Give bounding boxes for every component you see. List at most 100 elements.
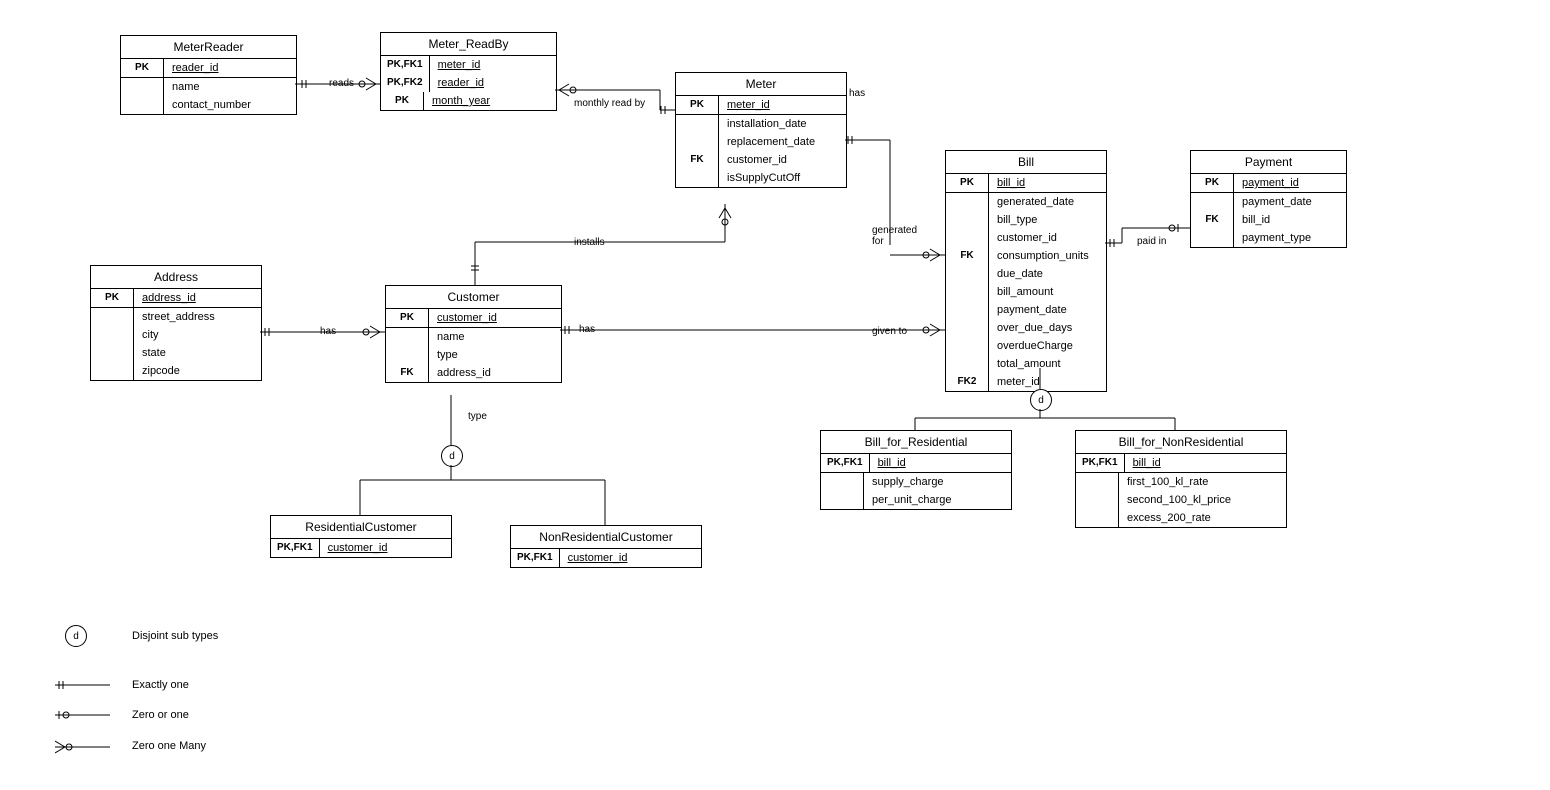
address-attr: street_address bbox=[134, 308, 261, 326]
address-attr: zipcode bbox=[134, 362, 261, 380]
label-has-meter: has bbox=[847, 88, 867, 99]
bill-row: bill_type bbox=[946, 211, 1106, 229]
meter_reader-attr: reader_id bbox=[164, 59, 296, 77]
meter_readby-attr: meter_id bbox=[430, 56, 556, 74]
legend-exactly-one-symbol bbox=[55, 680, 115, 690]
disjoint-bill: d bbox=[1030, 389, 1052, 411]
bill-attr: bill_amount bbox=[989, 283, 1106, 301]
payment-row: FKbill_id bbox=[1191, 211, 1346, 229]
payment-attr: payment_date bbox=[1234, 193, 1346, 211]
address-key bbox=[91, 344, 134, 362]
meter-key: PK bbox=[676, 96, 719, 114]
address-key bbox=[91, 326, 134, 344]
legend-zero-or-one-symbol bbox=[55, 710, 115, 720]
address-key: PK bbox=[91, 289, 134, 307]
meter_reader-key: PK bbox=[121, 59, 164, 77]
meter-attr: customer_id bbox=[719, 151, 846, 169]
address-attr: address_id bbox=[134, 289, 261, 307]
payment-attr: bill_id bbox=[1234, 211, 1346, 229]
bill-key bbox=[946, 301, 989, 319]
meter-attr: meter_id bbox=[719, 96, 846, 114]
customer-row: PKcustomer_id bbox=[386, 309, 561, 328]
meter_reader-key bbox=[121, 96, 164, 114]
payment-key bbox=[1191, 193, 1234, 211]
residential_customer-title: ResidentialCustomer bbox=[271, 516, 451, 539]
meter-row: PKmeter_id bbox=[676, 96, 846, 115]
payment-attr: payment_type bbox=[1234, 229, 1346, 247]
bill_residential-attr: per_unit_charge bbox=[864, 491, 1011, 509]
legend-zero-one-many-symbol bbox=[55, 740, 115, 754]
bill-key: FK bbox=[946, 247, 989, 265]
bill-key bbox=[946, 283, 989, 301]
payment-row: payment_date bbox=[1191, 193, 1346, 211]
address-row: zipcode bbox=[91, 362, 261, 380]
meter-row: isSupplyCutOff bbox=[676, 169, 846, 187]
bill-attr: overdueCharge bbox=[989, 337, 1106, 355]
label-installs: installs bbox=[572, 237, 607, 248]
bill-row: payment_date bbox=[946, 301, 1106, 319]
residential_customer-row: PK,FK1customer_id bbox=[271, 539, 451, 557]
bill-row: customer_id bbox=[946, 229, 1106, 247]
bill-row: bill_amount bbox=[946, 283, 1106, 301]
bill_nonresidential-attr: second_100_kl_price bbox=[1119, 491, 1286, 509]
entity-meter-reader: MeterReaderPKreader_idnamecontact_number bbox=[120, 35, 297, 115]
meter_reader-row: PKreader_id bbox=[121, 59, 296, 78]
customer-key bbox=[386, 328, 429, 346]
label-reads: reads bbox=[327, 78, 356, 89]
customer-attr: type bbox=[429, 346, 561, 364]
customer-row: name bbox=[386, 328, 561, 346]
meter_readby-row: PK,FK2reader_id bbox=[381, 74, 556, 92]
bill_residential-key: PK,FK1 bbox=[821, 454, 870, 472]
meter-attr: replacement_date bbox=[719, 133, 846, 151]
entity-meter-readby: Meter_ReadByPK,FK1meter_idPK,FK2reader_i… bbox=[380, 32, 557, 111]
meter-row: FKcustomer_id bbox=[676, 151, 846, 169]
bill_residential-row: supply_charge bbox=[821, 473, 1011, 491]
meter_readby-title: Meter_ReadBy bbox=[381, 33, 556, 56]
payment-key: PK bbox=[1191, 174, 1234, 192]
customer-attr: name bbox=[429, 328, 561, 346]
customer-key: FK bbox=[386, 364, 429, 382]
bill-row: FKconsumption_units bbox=[946, 247, 1106, 265]
bill_residential-attr: supply_charge bbox=[864, 473, 1011, 491]
bill_nonresidential-row: excess_200_rate bbox=[1076, 509, 1286, 527]
bill_residential-row: PK,FK1bill_id bbox=[821, 454, 1011, 473]
bill_nonresidential-row: second_100_kl_price bbox=[1076, 491, 1286, 509]
label-generated-for: generated for bbox=[870, 225, 924, 247]
address-row: city bbox=[91, 326, 261, 344]
bill_residential-title: Bill_for_Residential bbox=[821, 431, 1011, 454]
label-has-address: has bbox=[318, 326, 338, 337]
residential_customer-attr: customer_id bbox=[320, 539, 451, 557]
entity-meter: MeterPKmeter_idinstallation_datereplacem… bbox=[675, 72, 847, 188]
bill_nonresidential-key bbox=[1076, 509, 1119, 527]
address-key bbox=[91, 308, 134, 326]
bill-row: total_amount bbox=[946, 355, 1106, 373]
bill-row: generated_date bbox=[946, 193, 1106, 211]
meter_reader-row: name bbox=[121, 78, 296, 96]
legend-exactly-one-text: Exactly one bbox=[132, 679, 189, 691]
address-row: state bbox=[91, 344, 261, 362]
customer-attr: customer_id bbox=[429, 309, 561, 327]
nonresidential_customer-title: NonResidentialCustomer bbox=[511, 526, 701, 549]
customer-key: PK bbox=[386, 309, 429, 327]
payment-title: Payment bbox=[1191, 151, 1346, 174]
payment-row: PKpayment_id bbox=[1191, 174, 1346, 193]
meter_reader-attr: contact_number bbox=[164, 96, 296, 114]
bill-key: FK2 bbox=[946, 373, 989, 391]
meter-key bbox=[676, 169, 719, 187]
meter-key bbox=[676, 115, 719, 133]
customer-title: Customer bbox=[386, 286, 561, 309]
payment-key bbox=[1191, 229, 1234, 247]
legend-zero-one-many-text: Zero one Many bbox=[132, 740, 206, 752]
customer-attr: address_id bbox=[429, 364, 561, 382]
nonresidential_customer-row: PK,FK1customer_id bbox=[511, 549, 701, 567]
meter_reader-row: contact_number bbox=[121, 96, 296, 114]
bill_nonresidential-attr: first_100_kl_rate bbox=[1119, 473, 1286, 491]
bill-key bbox=[946, 265, 989, 283]
bill_nonresidential-key bbox=[1076, 473, 1119, 491]
bill_nonresidential-row: PK,FK1bill_id bbox=[1076, 454, 1286, 473]
meter-title: Meter bbox=[676, 73, 846, 96]
bill_nonresidential-attr: excess_200_rate bbox=[1119, 509, 1286, 527]
entity-bill-nonresidential: Bill_for_NonResidentialPK,FK1bill_idfirs… bbox=[1075, 430, 1287, 528]
bill-row: overdueCharge bbox=[946, 337, 1106, 355]
legend-disjoint-symbol: d bbox=[65, 625, 87, 647]
